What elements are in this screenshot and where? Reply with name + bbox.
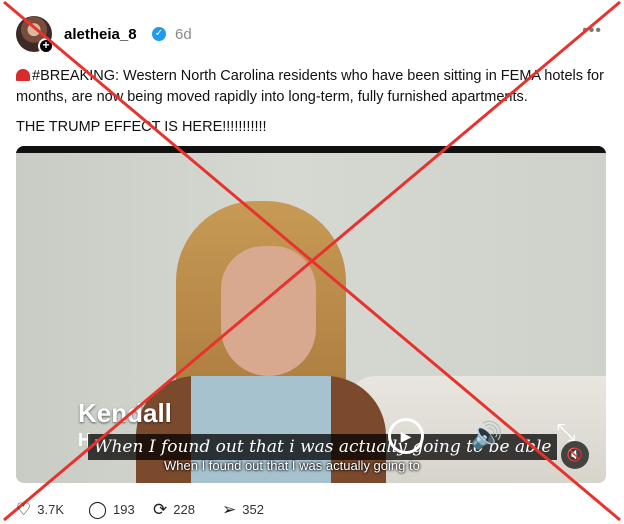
- post-text: #BREAKING: Western North Carolina reside…: [16, 66, 608, 147]
- post-text-paragraph: #BREAKING: Western North Carolina reside…: [16, 66, 608, 108]
- video-person-face: [221, 246, 316, 376]
- mute-icon[interactable]: 🔇: [561, 441, 589, 469]
- like-count: 3.7K: [37, 501, 64, 517]
- lower-third-name: Kendall: [78, 398, 172, 428]
- siren-icon: [16, 69, 30, 81]
- like-button[interactable]: ♡ 3.7K: [16, 498, 64, 520]
- heart-icon: ♡: [16, 499, 32, 519]
- post-text-line-2: THE TRUMP EFFECT IS HERE!!!!!!!!!!!: [16, 119, 267, 135]
- post-actions: ♡ 3.7K ◯ 193 ⟳ 228 ➢ 352: [16, 498, 608, 520]
- more-dots-icon[interactable]: •••: [582, 22, 602, 40]
- repost-icon: ⟳: [153, 499, 168, 519]
- send-icon: ➢: [222, 499, 237, 519]
- share-button[interactable]: ➢ 352: [222, 498, 264, 520]
- post-header: + aletheia_8 ✓ 6d •••: [16, 16, 608, 54]
- comment-icon: ◯: [88, 499, 108, 519]
- share-count: 352: [242, 501, 264, 517]
- video-caption-plain: When I found out that I was actually goi…: [164, 458, 420, 473]
- reply-button[interactable]: ◯ 193: [88, 498, 135, 520]
- repost-button[interactable]: ⟳ 228: [153, 498, 195, 520]
- threads-post: + aletheia_8 ✓ 6d ••• #BREAKING: Western…: [0, 0, 624, 524]
- post-text-line-1: #BREAKING: Western North Carolina reside…: [16, 68, 604, 105]
- reply-count: 193: [113, 501, 135, 517]
- plus-icon[interactable]: +: [38, 38, 54, 54]
- volume-icon[interactable]: 🔊: [469, 418, 505, 454]
- username[interactable]: aletheia_8: [64, 26, 137, 43]
- video-player[interactable]: Kendall H When I found out that i was ac…: [16, 146, 606, 483]
- play-icon[interactable]: ▶: [388, 418, 424, 454]
- repost-count: 228: [173, 501, 195, 517]
- post-timestamp: 6d: [175, 26, 192, 43]
- verified-badge-icon: ✓: [152, 27, 166, 41]
- video-top-bar: [16, 146, 606, 153]
